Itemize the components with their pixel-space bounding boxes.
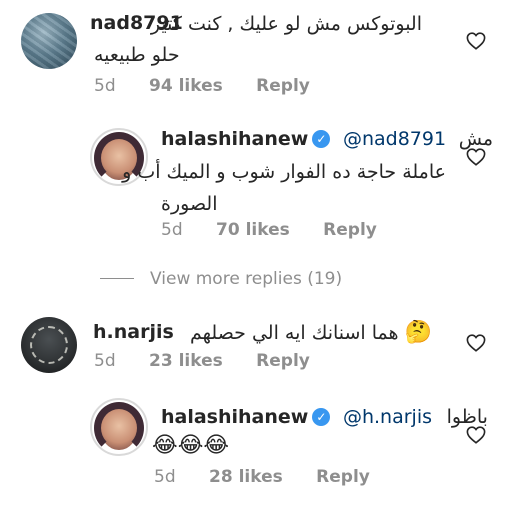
reply-button[interactable]: Reply — [256, 351, 310, 371]
reply-button[interactable]: Reply — [316, 467, 370, 487]
comment-likes[interactable]: 70 likes — [216, 220, 290, 240]
comment-age: 5d — [161, 220, 183, 240]
comment-text-line2: 😂😂😂 — [152, 433, 230, 458]
verified-badge-icon: ✓ — [312, 130, 331, 148]
comment-age: 5d — [154, 467, 176, 487]
avatar-h-narjis[interactable] — [21, 317, 77, 373]
divider-line — [100, 278, 134, 279]
comment-meta: 5d 70 likes Reply — [161, 220, 377, 240]
comment-text-line1: مش — [458, 128, 494, 150]
comment-username[interactable]: h.narjis — [93, 321, 174, 343]
reply-button[interactable]: Reply — [256, 76, 310, 96]
comment-username-text[interactable]: halashihanew — [161, 406, 308, 428]
comment-text-line1: باظوا — [446, 406, 488, 428]
mention-link[interactable]: @h.narjis — [343, 406, 432, 428]
comment-text-line3: الصورة — [161, 193, 218, 215]
comment-likes[interactable]: 28 likes — [209, 467, 283, 487]
heart-outline-icon[interactable] — [466, 334, 486, 352]
comment-text: 🤔 هما اسنانك ايه الي حصلهم — [190, 320, 432, 345]
comment-text-line2: عاملة حاجة ده الفوار شوب و الميك أب و — [122, 161, 446, 183]
comment-meta: 5d 28 likes Reply — [154, 467, 370, 487]
comment-text-line2: حلو طبيعيه — [94, 44, 180, 66]
comment-age: 5d — [94, 76, 116, 96]
comment-username-text[interactable]: halashihanew — [161, 128, 308, 150]
verified-badge-icon: ✓ — [312, 408, 331, 426]
avatar-halashihanew[interactable] — [90, 398, 148, 456]
reply-button[interactable]: Reply — [323, 220, 377, 240]
view-more-label[interactable]: View more replies (19) — [150, 269, 342, 289]
heart-outline-icon[interactable] — [466, 148, 486, 166]
heart-outline-icon[interactable] — [466, 426, 486, 444]
comment-username[interactable]: halashihanew ✓ @h.narjis باظوا — [161, 406, 488, 428]
view-more-replies[interactable]: View more replies (19) — [100, 269, 342, 289]
comment-text-body: هما اسنانك ايه الي حصلهم — [190, 322, 399, 344]
mention-link[interactable]: @nad8791 — [343, 128, 446, 150]
comment-likes[interactable]: 23 likes — [149, 351, 223, 371]
thinking-face-emoji: 🤔 — [404, 320, 432, 345]
comment-meta: 5d 23 likes Reply — [94, 351, 310, 371]
comment-text-line1: البوتوكس مش لو عليك , كنت كتير — [150, 13, 422, 35]
avatar-nad8791[interactable] — [21, 13, 77, 69]
heart-outline-icon[interactable] — [466, 32, 486, 50]
comment-age: 5d — [94, 351, 116, 371]
comment-username[interactable]: halashihanew ✓ @nad8791 مش — [161, 128, 493, 150]
comment-meta: 5d 94 likes Reply — [94, 76, 310, 96]
comment-likes[interactable]: 94 likes — [149, 76, 223, 96]
